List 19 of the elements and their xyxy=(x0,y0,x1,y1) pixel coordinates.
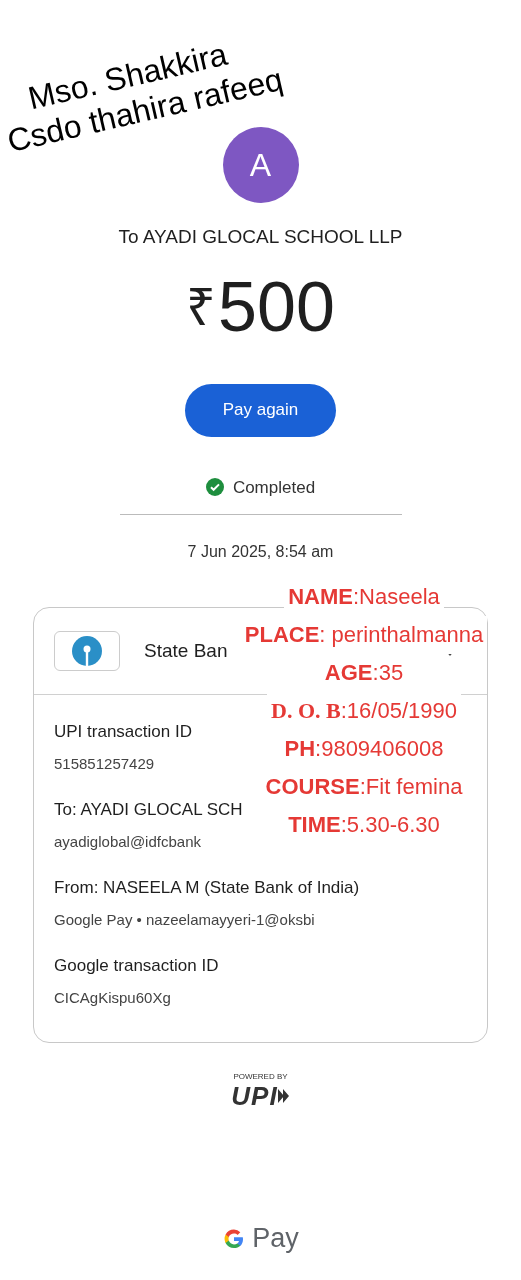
detail-value: 515851257429 xyxy=(54,753,156,774)
status-label: Completed xyxy=(232,476,316,499)
detail-label: UPI transaction ID xyxy=(54,721,193,743)
bank-logo xyxy=(54,631,120,671)
amount: ₹500 xyxy=(186,271,335,342)
detail-label: To: AYADI GLOCAL SCH xyxy=(54,799,244,821)
upi-logo: UPI xyxy=(231,1083,290,1109)
detail-label: From: NASEELA M (State Bank of India) xyxy=(54,877,361,899)
avatar: A xyxy=(222,127,299,203)
detail-value: ayadiglobal@idfcbank xyxy=(54,831,202,852)
bank-name: State Ban xyxy=(144,638,228,663)
pay-again-button[interactable]: Pay again xyxy=(185,383,336,437)
gpay-wordmark: Pay xyxy=(252,1225,299,1252)
timestamp: 7 Jun 2025, 8:54 am xyxy=(187,542,334,562)
detail-value: CICAgKispu60Xg xyxy=(54,987,172,1008)
powered-by-label: POWERED BY xyxy=(233,1071,288,1083)
payee-name: To AYADI GLOCAL SCHOOL LLP xyxy=(118,225,403,249)
detail-value: Google Pay • nazeelamayyeri-1@oksbi xyxy=(54,909,316,930)
detail-label: Google transaction ID xyxy=(54,955,220,977)
